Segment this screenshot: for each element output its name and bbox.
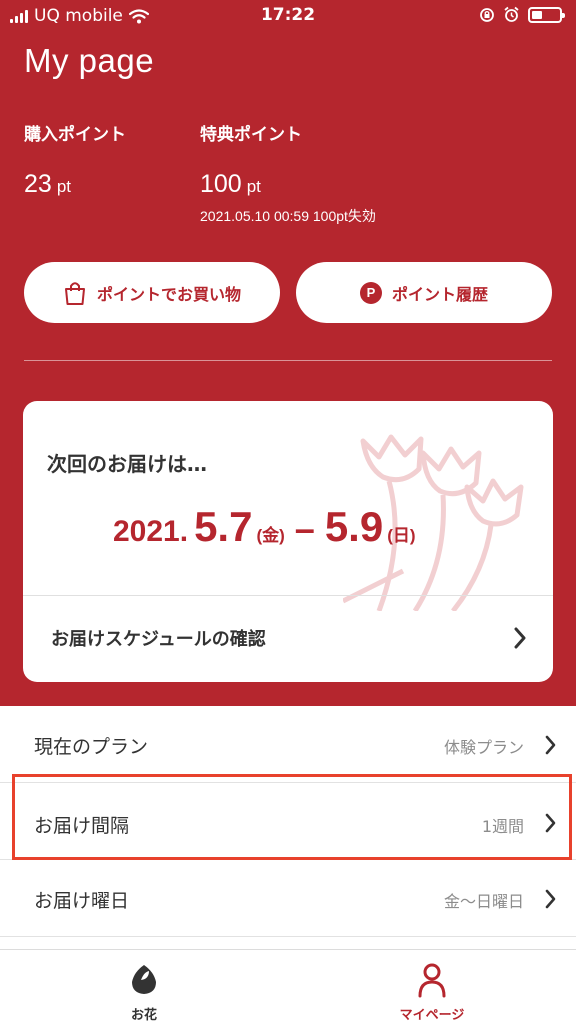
bottom-tab-bar: お花 マイページ [0,949,576,1024]
tab-flowers[interactable]: お花 [0,950,288,1024]
tab-mypage-label: マイページ [399,1008,465,1023]
history-button-label: ポイント履歴 [391,284,488,304]
bonus-points-expiry: 2021.05.10 00:59 100pt失効 [200,208,376,224]
tab-mypage[interactable]: マイページ [288,950,576,1024]
chevron-right-icon [545,889,556,909]
current-plan-value: 体験プラン [443,738,524,757]
shop-button-label: ポイントでお買い物 [96,284,241,304]
delivery-weekday-row[interactable]: お届け曜日 金〜日曜日 [0,860,576,937]
delivery-weekday-label: お届け曜日 [34,890,130,912]
delivery-end-weekday: (日) [387,526,416,545]
delivery-date-range: 2021. 5.7 (金) – 5.9 (日) [113,503,416,551]
shopping-bag-icon [64,281,85,305]
tab-flowers-label: お花 [130,1008,157,1023]
delivery-year: 2021. [113,515,189,548]
delivery-start-date: 5.7 [194,503,253,550]
point-history-button[interactable]: P ポイント履歴 [296,262,552,323]
section-divider [24,360,552,361]
row-divider [0,936,576,937]
shop-with-points-button[interactable]: ポイントでお買い物 [24,262,280,323]
rotation-lock-icon [480,7,494,22]
person-icon [418,963,446,998]
bonus-points-unit: pt [246,177,261,196]
chevron-right-icon [545,735,556,755]
chevron-right-icon [514,627,526,649]
delivery-schedule-link[interactable]: お届けスケジュールの確認 [23,596,553,682]
battery-icon [528,6,565,23]
purchase-points-value: 23 pt [24,170,71,199]
purchase-points-label: 購入ポイント [24,125,126,145]
bonus-points-number: 100 [200,170,242,198]
status-bar: UQ mobile 17:22 [0,0,576,34]
schedule-link-label: お届けスケジュールの確認 [51,629,266,650]
next-delivery-card: 次回のお届けは… 2021. 5.7 (金) – 5.9 (日) お届けスケジュ… [23,401,553,682]
delivery-end-date: 5.9 [324,503,384,550]
bonus-points-label: 特典ポイント [200,125,302,145]
page-title: My page [24,42,155,79]
bonus-points-value: 100 pt [200,170,261,199]
purchase-points-number: 23 [24,170,52,198]
highlight-box [12,774,572,860]
purchase-points-unit: pt [56,177,71,196]
flower-icon [132,965,156,994]
alarm-icon [504,6,519,22]
next-delivery-heading: 次回のお届けは… [47,452,207,476]
point-badge-icon: P [359,281,382,304]
current-plan-label: 現在のプラン [34,736,149,758]
status-right [479,6,565,23]
current-plan-row[interactable]: 現在のプラン 体験プラン [0,706,576,783]
date-range-dash: – [294,508,315,549]
delivery-start-weekday: (金) [256,526,285,545]
delivery-weekday-value: 金〜日曜日 [443,892,524,911]
